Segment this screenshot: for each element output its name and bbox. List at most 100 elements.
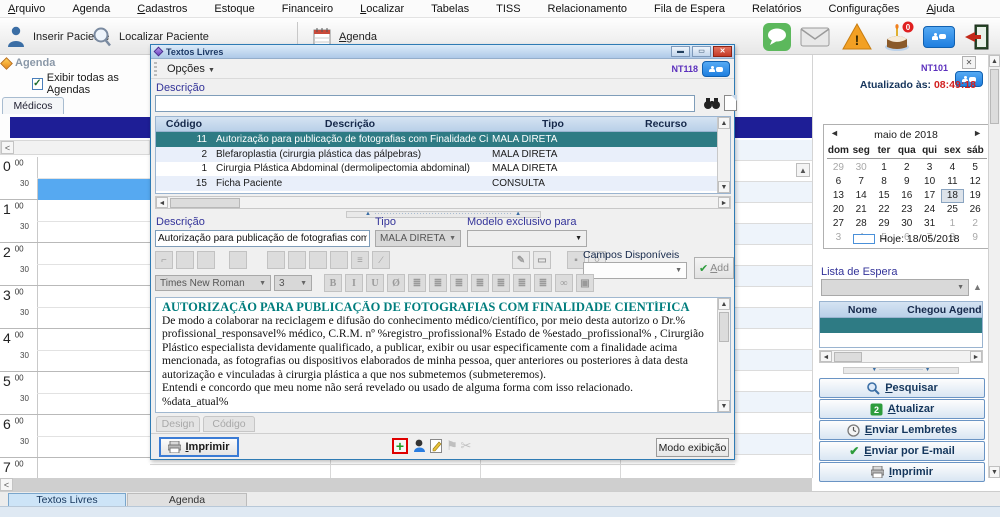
search-input[interactable] [155,95,695,112]
scroll-up-icon[interactable]: ▲ [718,298,730,310]
chat-icon[interactable] [760,21,794,52]
agenda-horizontal-scrollbar[interactable]: < [0,140,150,155]
scroll-left-icon[interactable]: ◄ [820,351,832,362]
calendar-day[interactable]: 7 [850,175,873,189]
menu-item-arquivo[interactable]: Arquivo [8,3,45,15]
calendar-next-icon[interactable]: ► [973,128,982,138]
splitter-handle[interactable]: ▼ ······················ ▼ [843,367,959,374]
calendar-day[interactable]: 1 [941,217,964,231]
calendar-day[interactable]: 24 [918,203,941,217]
column-header-recurso[interactable]: Recurso [618,117,714,131]
calendar-day[interactable]: 12 [964,175,987,189]
highlighted-slot[interactable] [38,179,150,200]
calendar-today-row[interactable]: Hoje: 18/05/2018 [824,233,988,245]
wait-list-column-chegou[interactable]: Chegou [905,304,948,316]
calendar-widget[interactable]: ◄ maio de 2018 ► domsegterquaquisexsáb 2… [823,124,989,249]
agenda-hour-row[interactable]: 1 0030 [0,200,150,243]
tab-agenda[interactable]: Agenda [127,493,247,507]
textos-table[interactable]: CódigoDescriçãoTipoRecurso 11Autorização… [155,116,731,194]
scroll-up-icon[interactable]: ▲ [989,55,1000,67]
edit-button[interactable] [428,438,444,454]
birthday-icon[interactable]: 0 [882,21,916,52]
calendar-day[interactable]: 30 [850,161,873,175]
menu-item-financeiro[interactable]: Financeiro [282,3,333,15]
scroll-up-icon[interactable]: ▲ [796,163,810,177]
panel-close-icon[interactable]: ✕ [962,56,976,69]
wait-list-horizontal-scrollbar[interactable]: ◄ ► [819,350,983,363]
menu-item-tabelas[interactable]: Tabelas [431,3,469,15]
menu-item-configurações[interactable]: Configurações [829,3,900,15]
calendar-day[interactable]: 1 [873,161,896,175]
calendar-day[interactable]: 21 [850,203,873,217]
enviar-lembretes-button[interactable]: Enviar Lembretes [819,420,985,440]
collapse-icon[interactable]: ▲ [973,282,982,292]
imprimir-button[interactable]: Imprimir [819,462,985,482]
campos-disponiveis-select[interactable]: ▼ [583,262,687,279]
print-button[interactable]: Imprimir [159,437,239,457]
calendar-day[interactable]: 27 [827,217,850,231]
calendar-day[interactable]: 29 [873,217,896,231]
calendar-day[interactable]: 10 [918,175,941,189]
scroll-up-icon[interactable]: ▲ [718,117,730,129]
calendar-day[interactable]: 8 [873,175,896,189]
calendar-day[interactable]: 3 [918,161,941,175]
table-row[interactable]: 11Autorização para publicação de fotogra… [156,132,730,147]
agenda-hour-row[interactable]: 3 0030 [0,286,150,329]
calendar-day[interactable]: 15 [873,189,896,203]
calendar-day[interactable]: 20 [827,203,850,217]
frame-icon[interactable]: ▭ [533,251,551,269]
add-text-button-highlighted[interactable]: + [392,438,408,454]
calendar-day[interactable]: 14 [850,189,873,203]
scrollbar-thumb[interactable] [834,352,862,362]
modelo-select[interactable]: ▼ [467,230,587,247]
scroll-left-icon[interactable]: < [0,478,13,491]
alert-icon[interactable]: ! [840,21,874,52]
scroll-right-icon[interactable]: ► [970,351,982,362]
scroll-down-icon[interactable]: ▼ [718,181,730,193]
descricao-input[interactable] [155,230,370,247]
calendar-day[interactable]: 31 [918,217,941,231]
textos-table-header[interactable]: CódigoDescriçãoTipoRecurso [156,117,730,132]
calendar-day[interactable]: 23 [895,203,918,217]
scroll-down-icon[interactable]: ▼ [989,466,1000,478]
table-row[interactable]: 2Blefaroplastia (cirurgia plástica das p… [156,147,730,162]
agenda-time-grid[interactable]: 0 00301 00302 00303 00304 00305 00306 00… [0,157,150,478]
mail-icon[interactable] [798,21,832,52]
menu-item-tiss[interactable]: TISS [496,3,520,15]
calendar-day[interactable]: 19 [964,189,987,203]
new-document-icon[interactable] [724,95,737,111]
agenda-hour-row[interactable]: 7 0030 [0,458,150,478]
close-button[interactable]: ✕ [713,46,732,57]
calendar-day[interactable]: 6 [827,175,850,189]
atualizar-button[interactable]: 2Atualizar [819,399,985,419]
contacts-icon[interactable] [922,21,956,52]
calendar-day[interactable]: 13 [827,189,850,203]
table-row[interactable]: 1Cirurgia Plástica Abdominal (dermolipec… [156,162,730,177]
menu-item-relacionamento[interactable]: Relacionamento [548,3,628,15]
editor-vertical-scrollbar[interactable]: ▲ ▼ [717,298,730,412]
table-row[interactable]: 15Ficha PacienteCONSULTA [156,176,730,191]
table-vertical-scrollbar[interactable]: ▲ ▼ [717,117,730,193]
calendar-day[interactable]: 25 [941,203,964,217]
scroll-left-icon[interactable]: < [1,141,14,154]
view-mode-button[interactable]: Modo exibição [656,438,729,457]
menu-item-cadastros[interactable]: Cadastros [137,3,187,15]
calendar-day[interactable]: 2 [895,161,918,175]
agenda-hour-row[interactable]: 0 0030 [0,157,150,200]
agenda-hour-row[interactable]: 4 0030 [0,329,150,372]
agenda-hour-row[interactable]: 2 0030 [0,243,150,286]
tab-textos-livres-active[interactable]: Textos Livres [8,493,126,507]
rich-text-editor[interactable]: AUTORIZAÇÃO PARA PUBLICAÇÃO DE FOTOGRAFI… [155,297,731,413]
calendar-day[interactable]: 29 [827,161,850,175]
exit-icon[interactable] [960,21,994,52]
add-field-button[interactable]: ✔ Add [694,257,734,279]
column-header-codigo[interactable]: Código [156,117,212,131]
calendar-day[interactable]: 28 [850,217,873,231]
scrollbar-thumb[interactable] [719,312,729,342]
enviar-por-e-mail-button[interactable]: ✔Enviar por E-mail [819,441,985,461]
menu-item-localizar[interactable]: Localizar [360,3,404,15]
dialog-titlebar[interactable]: Textos Livres ▬ ▭ ✕ [151,45,734,59]
calendar-day[interactable]: 4 [941,161,964,175]
bottom-horizontal-scrollbar[interactable]: < [0,478,812,491]
agenda-hour-row[interactable]: 5 0030 [0,372,150,415]
